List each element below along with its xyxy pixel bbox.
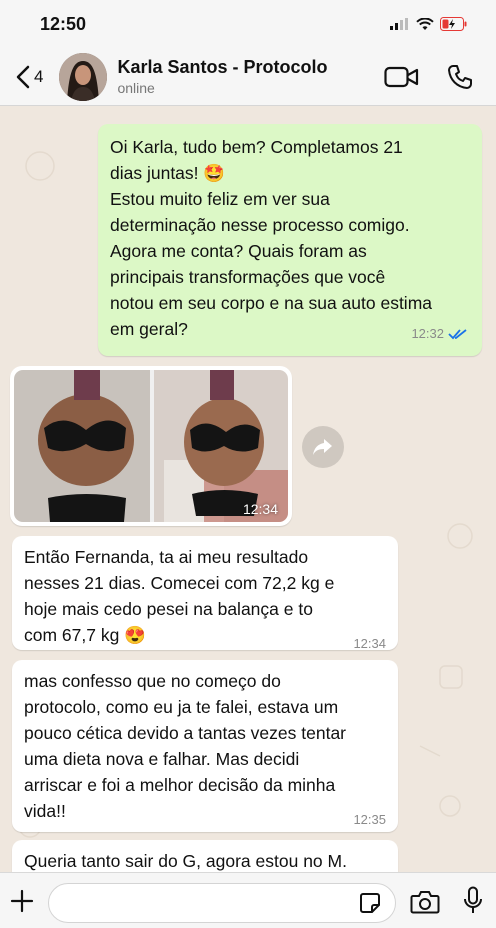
status-icons — [390, 17, 468, 31]
signal-icon — [390, 18, 408, 30]
before-after-photo — [14, 370, 288, 522]
message-text: Oi Karla, tudo bem? Completamos 21 dias … — [110, 137, 433, 339]
wifi-icon — [416, 17, 434, 30]
forward-button[interactable] — [302, 426, 344, 468]
microphone-button[interactable] — [460, 885, 486, 917]
input-bar — [0, 872, 496, 928]
message-incoming[interactable]: mas confesso que no começo do protocolo,… — [12, 660, 398, 832]
sticker-button[interactable] — [356, 889, 384, 917]
message-photo[interactable]: 12:34 — [10, 366, 292, 526]
message-time: 12:35 — [353, 812, 386, 827]
photo-image[interactable]: 12:34 — [14, 370, 288, 522]
message-text: mas confesso que no começo do protocolo,… — [24, 671, 347, 821]
camera-icon — [410, 891, 440, 914]
chat-area[interactable]: Oi Karla, tudo bem? Completamos 21 dias … — [0, 106, 496, 872]
message-text: Então Fernanda, ta ai meu resultado ness… — [24, 547, 335, 645]
unread-count: 4 — [34, 66, 44, 86]
microphone-icon — [464, 886, 482, 913]
forward-icon — [313, 439, 332, 455]
battery-charging-icon — [440, 17, 467, 31]
message-meta: 12:35 — [24, 812, 386, 828]
contact-name: Karla Santos - Protocolo — [117, 57, 328, 77]
chevron-left-icon — [16, 65, 30, 88]
message-outgoing[interactable]: Oi Karla, tudo bem? Completamos 21 dias … — [98, 124, 482, 356]
contact-info[interactable]: Karla Santos - Protocolo online — [117, 57, 382, 96]
message-incoming[interactable]: Então Fernanda, ta ai meu resultado ness… — [12, 536, 398, 651]
video-call-button[interactable] — [382, 62, 422, 92]
attach-button[interactable] — [8, 887, 36, 915]
voice-call-button[interactable] — [444, 62, 476, 92]
double-check-icon — [448, 329, 467, 340]
chat-header: 4 Karla Santos - Protocolo online — [0, 48, 496, 106]
contact-status: online — [117, 80, 155, 96]
message-time: 12:34 — [353, 636, 386, 651]
video-call-icon — [384, 66, 419, 87]
photo-time: 12:34 — [242, 501, 278, 517]
phone-icon — [448, 64, 472, 89]
message-text: Queria tanto sair do G, agora estou no M… — [24, 851, 347, 871]
sticker-icon — [360, 893, 380, 913]
avatar[interactable] — [59, 52, 108, 101]
back-button[interactable]: 4 — [16, 65, 43, 89]
plus-icon — [10, 889, 34, 913]
camera-button[interactable] — [408, 887, 442, 917]
message-input[interactable] — [48, 883, 396, 923]
message-time: 12:32 — [411, 326, 444, 341]
status-time: 12:50 — [40, 13, 87, 34]
status-bar: 12:50 — [0, 0, 496, 48]
message-incoming[interactable]: Queria tanto sair do G, agora estou no M… — [12, 840, 398, 872]
avatar-image — [59, 52, 108, 101]
